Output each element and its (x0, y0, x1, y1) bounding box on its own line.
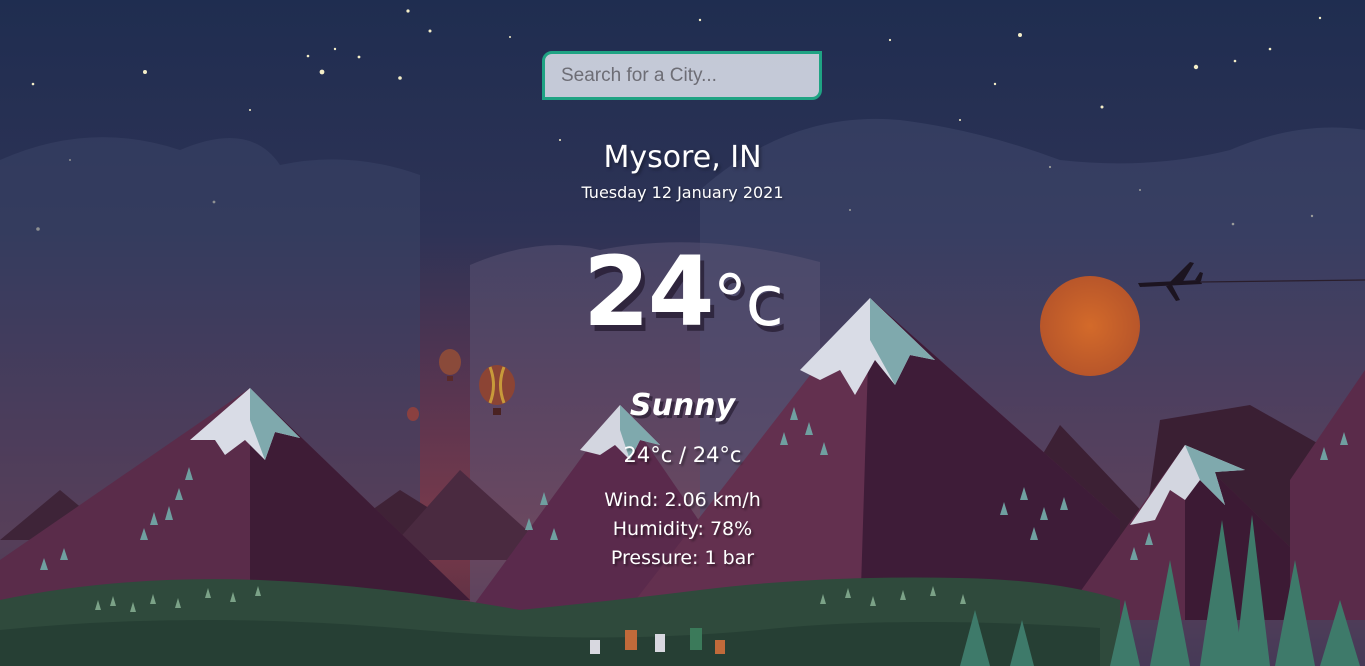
temperature-value: 24 (582, 236, 715, 348)
weather-details: Wind: 2.06 km/h Humidity: 78% Pressure: … (0, 486, 1365, 573)
humidity: Humidity: 78% (612, 518, 753, 540)
city-name: Mysore, IN (603, 140, 762, 175)
wind-speed: Wind: 2.06 km/h (604, 489, 761, 511)
temperature-display: 24°c (0, 236, 1365, 348)
high-low-temperature: 24°c / 24°c (623, 443, 742, 467)
search-box (542, 51, 822, 100)
pressure: Pressure: 1 bar (610, 547, 755, 569)
current-date: Tuesday 12 January 2021 (581, 183, 784, 202)
city-search-input[interactable] (542, 51, 822, 100)
temperature-unit: °c (712, 260, 784, 342)
weather-condition: Sunny (629, 388, 736, 423)
